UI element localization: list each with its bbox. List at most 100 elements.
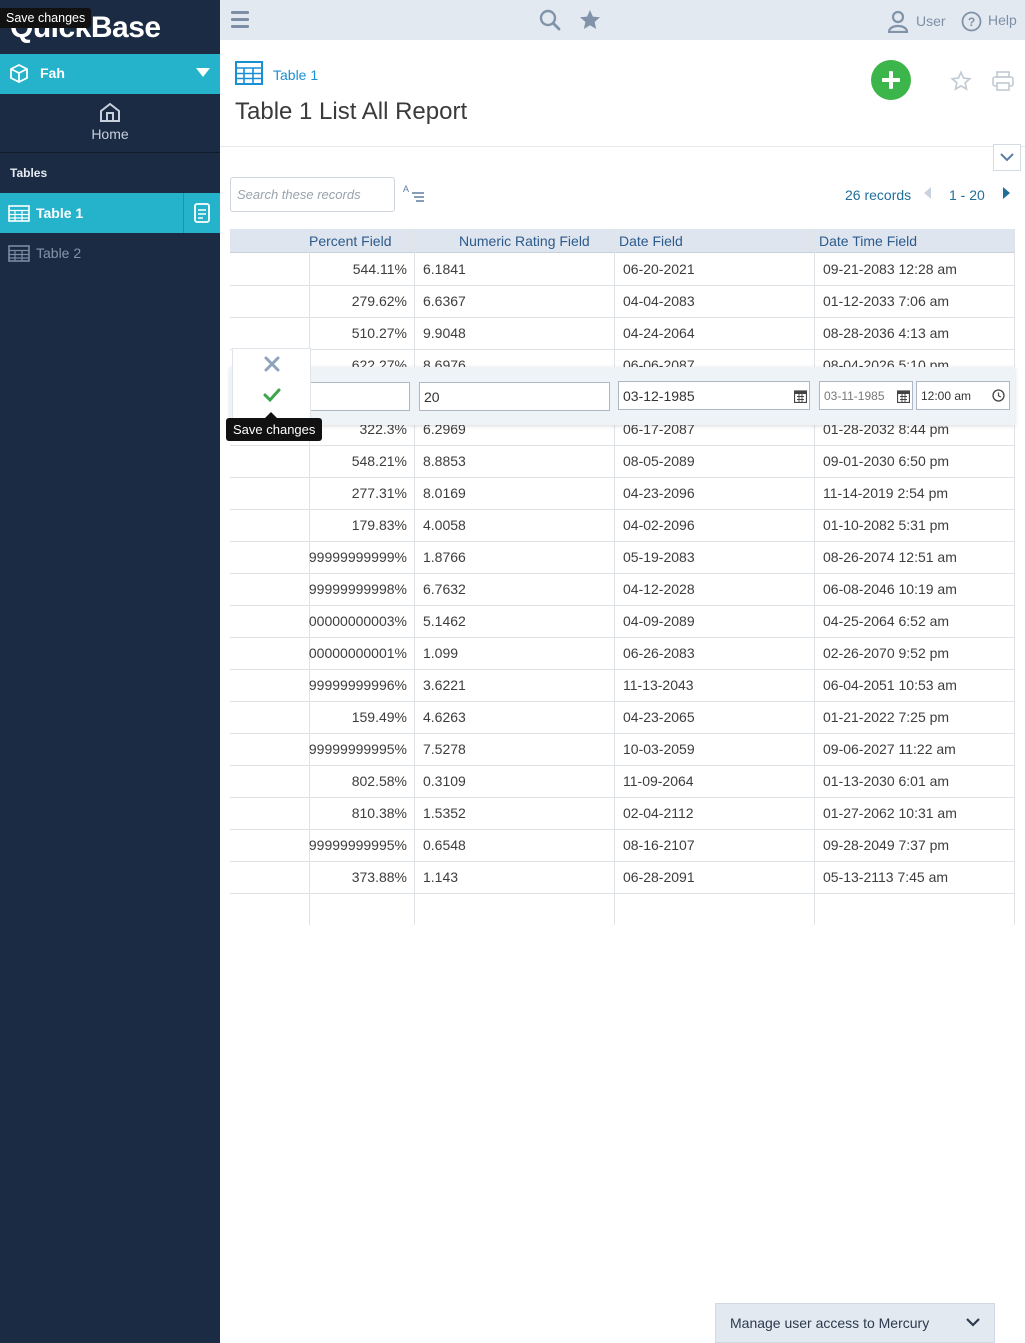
table-row[interactable]: 802.58% 0.3109 11-09-2064 01-13-2030 6:01 a… bbox=[230, 766, 1015, 798]
date-cell[interactable]: 11-09-2064 bbox=[623, 773, 813, 789]
table-row[interactable]: 510.27% 9.9048 04-24-2064 08-28-2036 4:13 a… bbox=[230, 318, 1015, 350]
caret-down-icon[interactable] bbox=[196, 68, 210, 77]
table-row[interactable]: 99999999995% 0.6548 08-16-2107 09-28-2049 7… bbox=[230, 830, 1015, 862]
percent-cell[interactable]: 99999999998% bbox=[309, 581, 407, 597]
date-cell[interactable]: 02-04-2112 bbox=[623, 805, 813, 821]
table-row[interactable]: 373.88% 1.143 06-28-2091 05-13-2113 7:45 am bbox=[230, 862, 1015, 894]
home-link[interactable]: Home bbox=[0, 94, 220, 153]
date-cell[interactable]: 04-23-2065 bbox=[623, 709, 813, 725]
table-row[interactable]: 179.83% 4.0058 04-02-2096 01-10-2082 5:31 p… bbox=[230, 510, 1015, 542]
numeric-rating-cell[interactable]: 1.099 bbox=[423, 645, 613, 661]
date-cell[interactable]: 04-09-2089 bbox=[623, 613, 813, 629]
percent-cell[interactable]: 179.83% bbox=[309, 517, 407, 533]
date-cell[interactable]: 04-24-2064 bbox=[623, 325, 813, 341]
date-time-cell[interactable]: 08-26-2074 12:51 am bbox=[823, 549, 1013, 565]
numeric-rating-cell[interactable]: 0.3109 bbox=[423, 773, 613, 789]
date-cell[interactable]: 06-28-2091 bbox=[623, 869, 813, 885]
help-icon[interactable]: ? bbox=[961, 11, 982, 32]
date-time-cell[interactable]: 01-12-2033 7:06 am bbox=[823, 293, 1013, 309]
date-field-input[interactable] bbox=[618, 381, 810, 410]
percent-cell[interactable]: 99999999999% bbox=[309, 549, 407, 565]
table-row[interactable]: 00000000003% 5.1462 04-09-2089 04-25-2064 6… bbox=[230, 606, 1015, 638]
percent-cell[interactable]: 548.21% bbox=[309, 453, 407, 469]
hamburger-menu-icon[interactable] bbox=[231, 11, 249, 29]
numeric-rating-cell[interactable]: 8.8853 bbox=[423, 453, 613, 469]
percent-cell[interactable]: 99999999996% bbox=[309, 677, 407, 693]
sidebar-item-table-1[interactable]: Table 1 bbox=[0, 193, 220, 233]
date-time-cell[interactable]: 01-21-2022 7:25 pm bbox=[823, 709, 1013, 725]
date-time-cell[interactable]: 04-25-2064 6:52 am bbox=[823, 613, 1013, 629]
percent-cell[interactable]: 802.58% bbox=[309, 773, 407, 789]
manage-user-access-panel[interactable]: Manage user access to Mercury bbox=[715, 1303, 995, 1343]
date-time-cell[interactable]: 05-13-2113 7:45 am bbox=[823, 869, 1013, 885]
percent-cell[interactable]: 99999999995% bbox=[309, 837, 407, 853]
add-record-button[interactable] bbox=[871, 60, 911, 100]
user-icon[interactable] bbox=[886, 9, 910, 33]
search-icon[interactable] bbox=[538, 8, 562, 32]
date-cell[interactable]: 08-16-2107 bbox=[623, 837, 813, 853]
date-time-cell[interactable]: 06-04-2051 10:53 am bbox=[823, 677, 1013, 693]
table-row[interactable]: 159.49% 4.6263 04-23-2065 01-21-2022 7:25 p… bbox=[230, 702, 1015, 734]
date-time-cell[interactable]: 02-26-2070 9:52 pm bbox=[823, 645, 1013, 661]
collapse-header-button[interactable] bbox=[993, 144, 1021, 171]
table-row[interactable]: 00000000001% 1.099 06-26-2083 02-26-2070 9:… bbox=[230, 638, 1015, 670]
numeric-rating-cell[interactable]: 5.1462 bbox=[423, 613, 613, 629]
percent-cell[interactable]: 510.27% bbox=[309, 325, 407, 341]
table-row[interactable]: 99999999998% 6.7632 04-12-2028 06-08-2046 1… bbox=[230, 574, 1015, 606]
print-icon[interactable] bbox=[992, 71, 1014, 91]
table-row[interactable]: 548.21% 8.8853 08-05-2089 09-01-2030 6:50 p… bbox=[230, 446, 1015, 478]
percent-field-input[interactable] bbox=[309, 382, 410, 411]
date-cell[interactable]: 04-23-2096 bbox=[623, 485, 813, 501]
date-cell[interactable]: 11-13-2043 bbox=[623, 677, 813, 693]
percent-cell[interactable]: 810.38% bbox=[309, 805, 407, 821]
table-row[interactable]: 810.38% 1.5352 02-04-2112 01-27-2062 10:31 … bbox=[230, 798, 1015, 830]
favorite-star-icon[interactable] bbox=[950, 70, 972, 92]
date-time-cell[interactable]: 01-13-2030 6:01 am bbox=[823, 773, 1013, 789]
help-label[interactable]: Help bbox=[988, 12, 1017, 28]
numeric-rating-cell[interactable]: 1.8766 bbox=[423, 549, 613, 565]
date-cell[interactable]: 10-03-2059 bbox=[623, 741, 813, 757]
date-cell[interactable]: 04-02-2096 bbox=[623, 517, 813, 533]
numeric-rating-cell[interactable]: 6.6367 bbox=[423, 293, 613, 309]
clock-icon[interactable] bbox=[992, 389, 1005, 402]
percent-cell[interactable]: 00000000001% bbox=[309, 645, 407, 661]
numeric-rating-input[interactable] bbox=[419, 382, 610, 411]
column-header-numeric-rating[interactable]: Numeric Rating Field bbox=[459, 233, 590, 249]
numeric-rating-cell[interactable]: 6.1841 bbox=[423, 261, 613, 277]
table-row[interactable]: 99999999999% 1.8766 05-19-2083 08-26-2074 1… bbox=[230, 542, 1015, 574]
breadcrumb[interactable]: Table 1 bbox=[273, 67, 318, 83]
date-cell[interactable]: 06-20-2021 bbox=[623, 261, 813, 277]
calendar-icon[interactable] bbox=[794, 389, 807, 403]
percent-cell[interactable]: 279.62% bbox=[309, 293, 407, 309]
date-time-cell[interactable]: 09-06-2027 11:22 am bbox=[823, 741, 1013, 757]
table-row[interactable]: 99999999995% 7.5278 10-03-2059 09-06-2027 1… bbox=[230, 734, 1015, 766]
date-time-cell[interactable]: 09-28-2049 7:37 pm bbox=[823, 837, 1013, 853]
numeric-rating-cell[interactable]: 9.9048 bbox=[423, 325, 613, 341]
table-form-button[interactable] bbox=[183, 193, 220, 233]
date-cell[interactable]: 04-12-2028 bbox=[623, 581, 813, 597]
numeric-rating-cell[interactable]: 8.0169 bbox=[423, 485, 613, 501]
percent-cell[interactable]: 544.11% bbox=[309, 261, 407, 277]
search-input[interactable] bbox=[230, 177, 395, 212]
app-switcher[interactable]: Fah bbox=[0, 54, 220, 94]
calendar-icon[interactable] bbox=[897, 389, 910, 403]
date-cell[interactable]: 05-19-2083 bbox=[623, 549, 813, 565]
save-changes-check-icon[interactable] bbox=[263, 387, 281, 403]
table-row[interactable]: 99999999996% 3.6221 11-13-2043 06-04-2051 1… bbox=[230, 670, 1015, 702]
sidebar-item-table-2[interactable]: Table 2 bbox=[0, 233, 220, 273]
date-time-cell[interactable]: 09-21-2083 12:28 am bbox=[823, 261, 1013, 277]
column-header-date-time[interactable]: Date Time Field bbox=[819, 233, 917, 249]
date-time-cell[interactable]: 06-08-2046 10:19 am bbox=[823, 581, 1013, 597]
user-label[interactable]: User bbox=[916, 13, 946, 29]
date-time-cell[interactable]: 01-10-2082 5:31 pm bbox=[823, 517, 1013, 533]
percent-cell[interactable]: 159.49% bbox=[309, 709, 407, 725]
sort-icon[interactable]: A bbox=[403, 184, 425, 204]
percent-cell[interactable]: 00000000003% bbox=[309, 613, 407, 629]
date-time-cell[interactable]: 08-28-2036 4:13 am bbox=[823, 325, 1013, 341]
date-time-cell[interactable]: 11-14-2019 2:54 pm bbox=[823, 485, 1013, 501]
percent-cell[interactable]: 99999999995% bbox=[309, 741, 407, 757]
percent-cell[interactable]: 277.31% bbox=[309, 485, 407, 501]
numeric-rating-cell[interactable]: 4.6263 bbox=[423, 709, 613, 725]
numeric-rating-cell[interactable]: 1.143 bbox=[423, 869, 613, 885]
numeric-rating-cell[interactable]: 6.7632 bbox=[423, 581, 613, 597]
